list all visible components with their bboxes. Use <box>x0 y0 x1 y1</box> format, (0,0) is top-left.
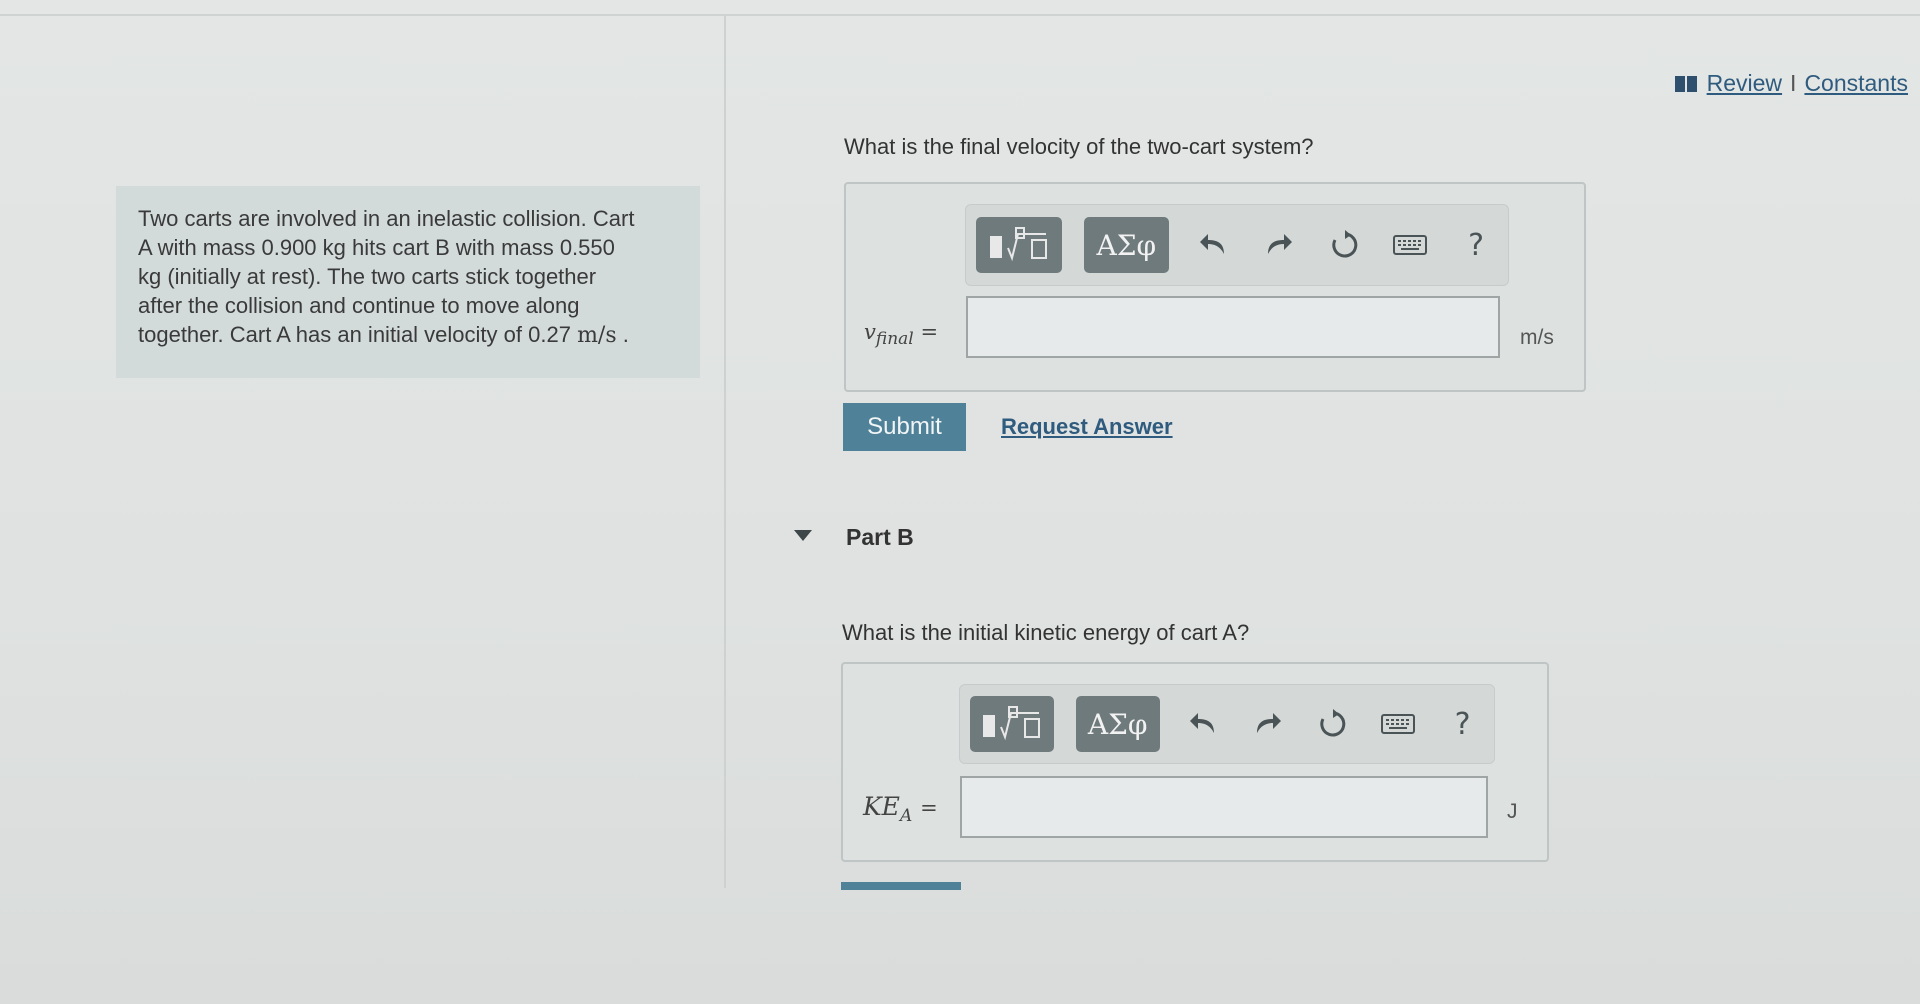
template-button[interactable] <box>976 217 1062 273</box>
problem-line: kg (initially at rest). The two carts st… <box>138 264 597 289</box>
book-icon <box>1674 75 1697 92</box>
redo-icon[interactable] <box>1247 702 1290 746</box>
part-a-variable-label: vfinal = <box>864 320 938 349</box>
velocity-unit: m/s <box>577 323 617 348</box>
part-b-title: Part B <box>846 524 914 550</box>
problem-line: together. Cart A has an initial velocity… <box>138 320 678 350</box>
request-answer-link[interactable]: Request Answer <box>1001 414 1173 440</box>
problem-text: together. Cart A has an initial velocity… <box>138 322 571 347</box>
variable-symbol: v <box>864 320 876 344</box>
equals-sign: = <box>920 320 939 344</box>
link-separator: I <box>1790 70 1797 96</box>
problem-statement: Two carts are involved in an inelastic c… <box>116 186 700 378</box>
redo-icon[interactable] <box>1257 223 1301 267</box>
reset-icon[interactable] <box>1323 223 1367 267</box>
template-icon <box>989 227 1047 262</box>
part-b-math-toolbar: ΑΣφ ? <box>959 684 1495 764</box>
problem-line: Two carts are involved in an inelastic c… <box>138 206 635 231</box>
equals-sign: = <box>920 796 938 820</box>
template-icon <box>982 706 1040 741</box>
part-a-answer-panel: ΑΣφ ? vfinal = m/s <box>844 182 1586 392</box>
help-icon[interactable]: ? <box>1441 702 1484 746</box>
undo-icon[interactable] <box>1182 702 1225 746</box>
greek-symbols-button[interactable]: ΑΣφ <box>1083 217 1170 273</box>
part-b-question: What is the initial kinetic energy of ca… <box>842 620 1250 645</box>
problem-line: after the collision and continue to move… <box>138 293 580 318</box>
help-icon[interactable]: ? <box>1454 223 1498 267</box>
problem-period: . <box>616 322 629 347</box>
part-b-variable-label: KEA = <box>863 792 938 826</box>
part-a-question: What is the final velocity of the two-ca… <box>844 134 1314 159</box>
undo-icon[interactable] <box>1191 223 1235 267</box>
final-velocity-input[interactable] <box>966 296 1500 358</box>
part-b-unit: J <box>1507 800 1518 823</box>
constants-link[interactable]: Constants <box>1804 70 1908 97</box>
column-divider <box>724 16 726 888</box>
review-link[interactable]: Review <box>1707 70 1782 97</box>
submit-button[interactable]: Submit <box>843 403 966 451</box>
variable-subscript: final <box>875 329 914 350</box>
keyboard-icon[interactable] <box>1388 223 1432 267</box>
part-a-math-toolbar: ΑΣφ ? <box>965 204 1509 286</box>
keyboard-icon[interactable] <box>1376 702 1419 746</box>
top-rule <box>0 14 1920 16</box>
part-a-unit: m/s <box>1520 326 1554 349</box>
part-b-submit-button[interactable] <box>841 882 961 890</box>
kinetic-energy-input[interactable] <box>960 776 1488 838</box>
problem-line: A with mass 0.900 kg hits cart B with ma… <box>138 235 615 260</box>
reset-icon[interactable] <box>1311 702 1354 746</box>
variable-symbol: KE <box>863 792 900 821</box>
collapse-triangle-icon[interactable] <box>794 530 812 541</box>
resource-links: Review I Constants <box>1674 70 1908 97</box>
template-button[interactable] <box>970 696 1054 752</box>
part-b-answer-panel: ΑΣφ ? KEA = J <box>841 662 1549 862</box>
variable-subscript: A <box>899 806 913 826</box>
greek-symbols-button[interactable]: ΑΣφ <box>1075 696 1160 752</box>
